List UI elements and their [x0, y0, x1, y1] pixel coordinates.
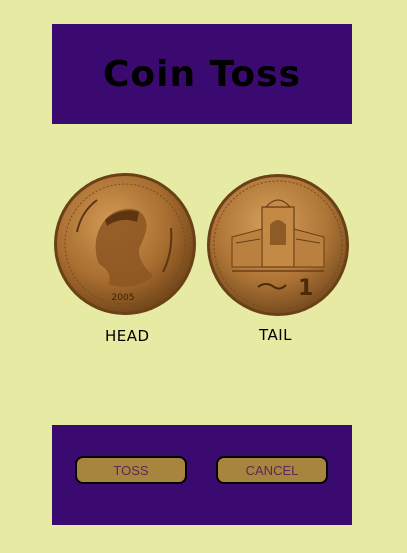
page-title: Coin Toss [102, 53, 302, 95]
coin-tail-icon: 1 [207, 174, 349, 316]
button-panel: TOSS CANCEL [52, 425, 352, 525]
coin-tail-image: 1 [206, 173, 350, 317]
coin-head-icon: 2005 [54, 173, 196, 315]
head-label: HEAD [105, 327, 150, 345]
coin-head-image: 2005 [53, 172, 197, 316]
toss-button[interactable]: TOSS [75, 456, 187, 484]
coin-tail-value: 1 [298, 276, 313, 301]
coin-head-year: 2005 [112, 293, 135, 303]
cancel-button[interactable]: CANCEL [216, 456, 328, 484]
tail-label: TAIL [259, 326, 293, 344]
title-banner: Coin Toss [52, 24, 352, 124]
